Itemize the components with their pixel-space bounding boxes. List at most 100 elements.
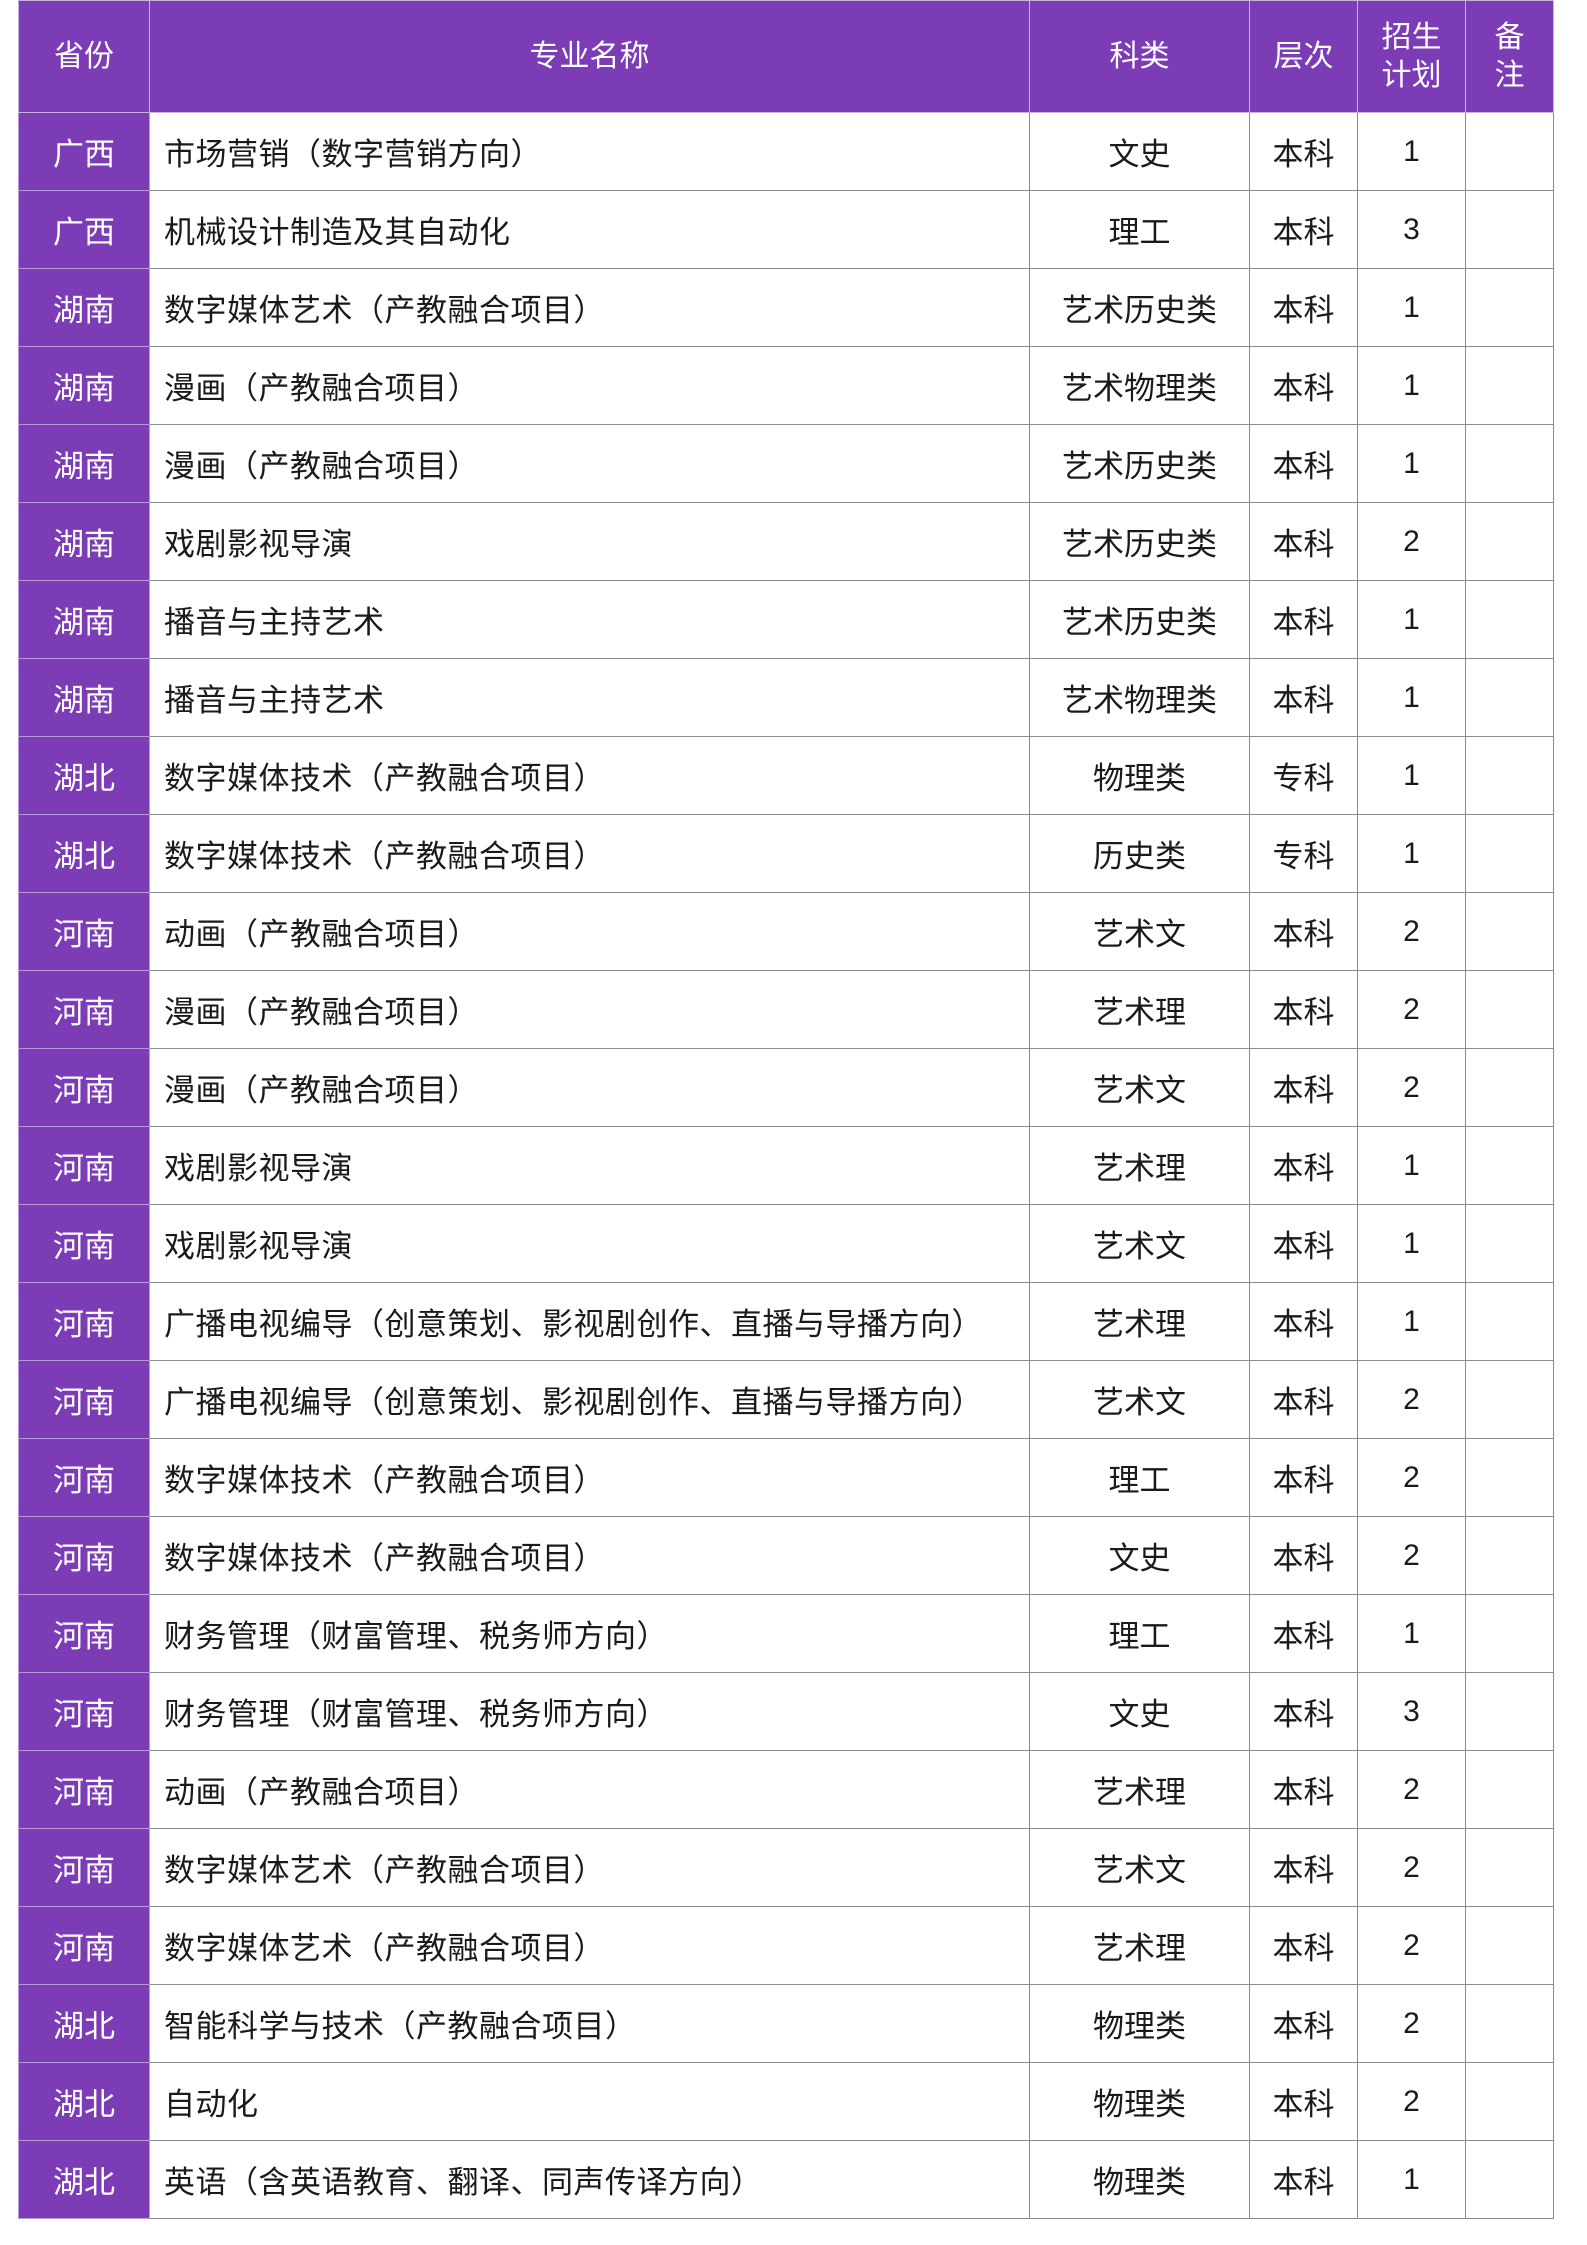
major-cell: 数字媒体艺术（产教融合项目） — [149, 1828, 1030, 1907]
note-cell — [1465, 1828, 1554, 1907]
category-cell: 艺术文 — [1029, 892, 1250, 971]
table-row: 湖南 播音与主持艺术 艺术物理类 本科 1 — [18, 658, 1554, 737]
table-row: 河南 戏剧影视导演 艺术文 本科 1 — [18, 1204, 1554, 1283]
major-cell: 广播电视编导（创意策划、影视剧创作、直播与导播方向） — [149, 1282, 1030, 1361]
category-cell: 物理类 — [1029, 736, 1250, 815]
note-cell — [1465, 268, 1554, 347]
note-cell — [1465, 1438, 1554, 1517]
category-cell: 艺术历史类 — [1029, 580, 1250, 659]
header-plan: 招生 计划 — [1357, 0, 1466, 113]
plan-cell: 2 — [1357, 892, 1466, 971]
header-note-line1: 备 — [1494, 20, 1525, 55]
note-cell — [1465, 1672, 1554, 1751]
major-cell: 动画（产教融合项目） — [149, 892, 1030, 971]
category-cell: 物理类 — [1029, 2140, 1250, 2219]
province-cell: 河南 — [18, 1516, 150, 1595]
category-cell: 理工 — [1029, 1438, 1250, 1517]
major-cell: 漫画（产教融合项目） — [149, 424, 1030, 503]
note-cell — [1465, 1750, 1554, 1829]
note-cell — [1465, 1204, 1554, 1283]
level-cell: 本科 — [1249, 1360, 1358, 1439]
table-row: 河南 财务管理（财富管理、税务师方向） 文史 本科 3 — [18, 1672, 1554, 1751]
category-cell: 艺术理 — [1029, 1906, 1250, 1985]
province-cell: 河南 — [18, 892, 150, 971]
plan-cell: 2 — [1357, 1438, 1466, 1517]
note-cell — [1465, 1048, 1554, 1127]
plan-cell: 2 — [1357, 1048, 1466, 1127]
plan-cell: 1 — [1357, 1126, 1466, 1205]
plan-cell: 2 — [1357, 1516, 1466, 1595]
note-cell — [1465, 190, 1554, 269]
category-cell: 艺术理 — [1029, 1126, 1250, 1205]
level-cell: 本科 — [1249, 2062, 1358, 2141]
table-row: 河南 财务管理（财富管理、税务师方向） 理工 本科 1 — [18, 1594, 1554, 1673]
province-cell: 河南 — [18, 1282, 150, 1361]
table-row: 河南 戏剧影视导演 艺术理 本科 1 — [18, 1126, 1554, 1205]
plan-cell: 2 — [1357, 1750, 1466, 1829]
level-cell: 本科 — [1249, 1828, 1358, 1907]
level-cell: 本科 — [1249, 268, 1358, 347]
province-cell: 湖南 — [18, 424, 150, 503]
plan-cell: 1 — [1357, 658, 1466, 737]
plan-cell: 2 — [1357, 1360, 1466, 1439]
level-cell: 本科 — [1249, 658, 1358, 737]
table-row: 河南 广播电视编导（创意策划、影视剧创作、直播与导播方向） 艺术文 本科 2 — [18, 1360, 1554, 1439]
category-cell: 历史类 — [1029, 814, 1250, 893]
table-row: 湖北 智能科学与技术（产教融合项目） 物理类 本科 2 — [18, 1984, 1554, 2063]
note-cell — [1465, 424, 1554, 503]
plan-cell: 2 — [1357, 970, 1466, 1049]
level-cell: 本科 — [1249, 1516, 1358, 1595]
province-cell: 河南 — [18, 1906, 150, 1985]
level-cell: 本科 — [1249, 1438, 1358, 1517]
plan-cell: 3 — [1357, 190, 1466, 269]
table-row: 河南 数字媒体技术（产教融合项目） 理工 本科 2 — [18, 1438, 1554, 1517]
level-cell: 本科 — [1249, 2140, 1358, 2219]
category-cell: 艺术理 — [1029, 1750, 1250, 1829]
level-cell: 本科 — [1249, 1204, 1358, 1283]
note-cell — [1465, 112, 1554, 191]
table-row: 湖南 播音与主持艺术 艺术历史类 本科 1 — [18, 580, 1554, 659]
major-cell: 数字媒体技术（产教融合项目） — [149, 736, 1030, 815]
level-cell: 本科 — [1249, 970, 1358, 1049]
province-cell: 湖南 — [18, 658, 150, 737]
level-cell: 本科 — [1249, 892, 1358, 971]
level-cell: 本科 — [1249, 1594, 1358, 1673]
note-cell — [1465, 346, 1554, 425]
province-cell: 湖南 — [18, 346, 150, 425]
table-header: 省份 专业名称 科类 层次 招生 计划 备 注 — [18, 0, 1554, 113]
major-cell: 戏剧影视导演 — [149, 1126, 1030, 1205]
table-row: 河南 数字媒体艺术（产教融合项目） 艺术理 本科 2 — [18, 1906, 1554, 1985]
major-cell: 戏剧影视导演 — [149, 1204, 1030, 1283]
major-cell: 数字媒体技术（产教融合项目） — [149, 1438, 1030, 1517]
level-cell: 专科 — [1249, 736, 1358, 815]
level-cell: 本科 — [1249, 190, 1358, 269]
note-cell — [1465, 1906, 1554, 1985]
table-row: 湖北 自动化 物理类 本科 2 — [18, 2062, 1554, 2141]
province-cell: 湖南 — [18, 502, 150, 581]
header-category: 科类 — [1029, 0, 1250, 113]
category-cell: 文史 — [1029, 112, 1250, 191]
category-cell: 艺术物理类 — [1029, 346, 1250, 425]
major-cell: 数字媒体艺术（产教融合项目） — [149, 268, 1030, 347]
header-note-line2: 注 — [1494, 57, 1525, 93]
category-cell: 艺术文 — [1029, 1360, 1250, 1439]
header-level: 层次 — [1249, 0, 1358, 113]
plan-cell: 2 — [1357, 1828, 1466, 1907]
major-cell: 智能科学与技术（产教融合项目） — [149, 1984, 1030, 2063]
category-cell: 艺术理 — [1029, 1282, 1250, 1361]
category-cell: 理工 — [1029, 190, 1250, 269]
table-row: 河南 漫画（产教融合项目） 艺术文 本科 2 — [18, 1048, 1554, 1127]
category-cell: 物理类 — [1029, 2062, 1250, 2141]
plan-cell: 1 — [1357, 1204, 1466, 1283]
major-cell: 漫画（产教融合项目） — [149, 970, 1030, 1049]
header-row: 省份 专业名称 科类 层次 招生 计划 备 注 — [18, 0, 1554, 113]
major-cell: 数字媒体艺术（产教融合项目） — [149, 1906, 1030, 1985]
category-cell: 艺术历史类 — [1029, 502, 1250, 581]
level-cell: 本科 — [1249, 1672, 1358, 1751]
category-cell: 艺术文 — [1029, 1828, 1250, 1907]
major-cell: 数字媒体技术（产教融合项目） — [149, 1516, 1030, 1595]
major-cell: 播音与主持艺术 — [149, 580, 1030, 659]
major-cell: 漫画（产教融合项目） — [149, 346, 1030, 425]
major-cell: 广播电视编导（创意策划、影视剧创作、直播与导播方向） — [149, 1360, 1030, 1439]
plan-cell: 1 — [1357, 112, 1466, 191]
